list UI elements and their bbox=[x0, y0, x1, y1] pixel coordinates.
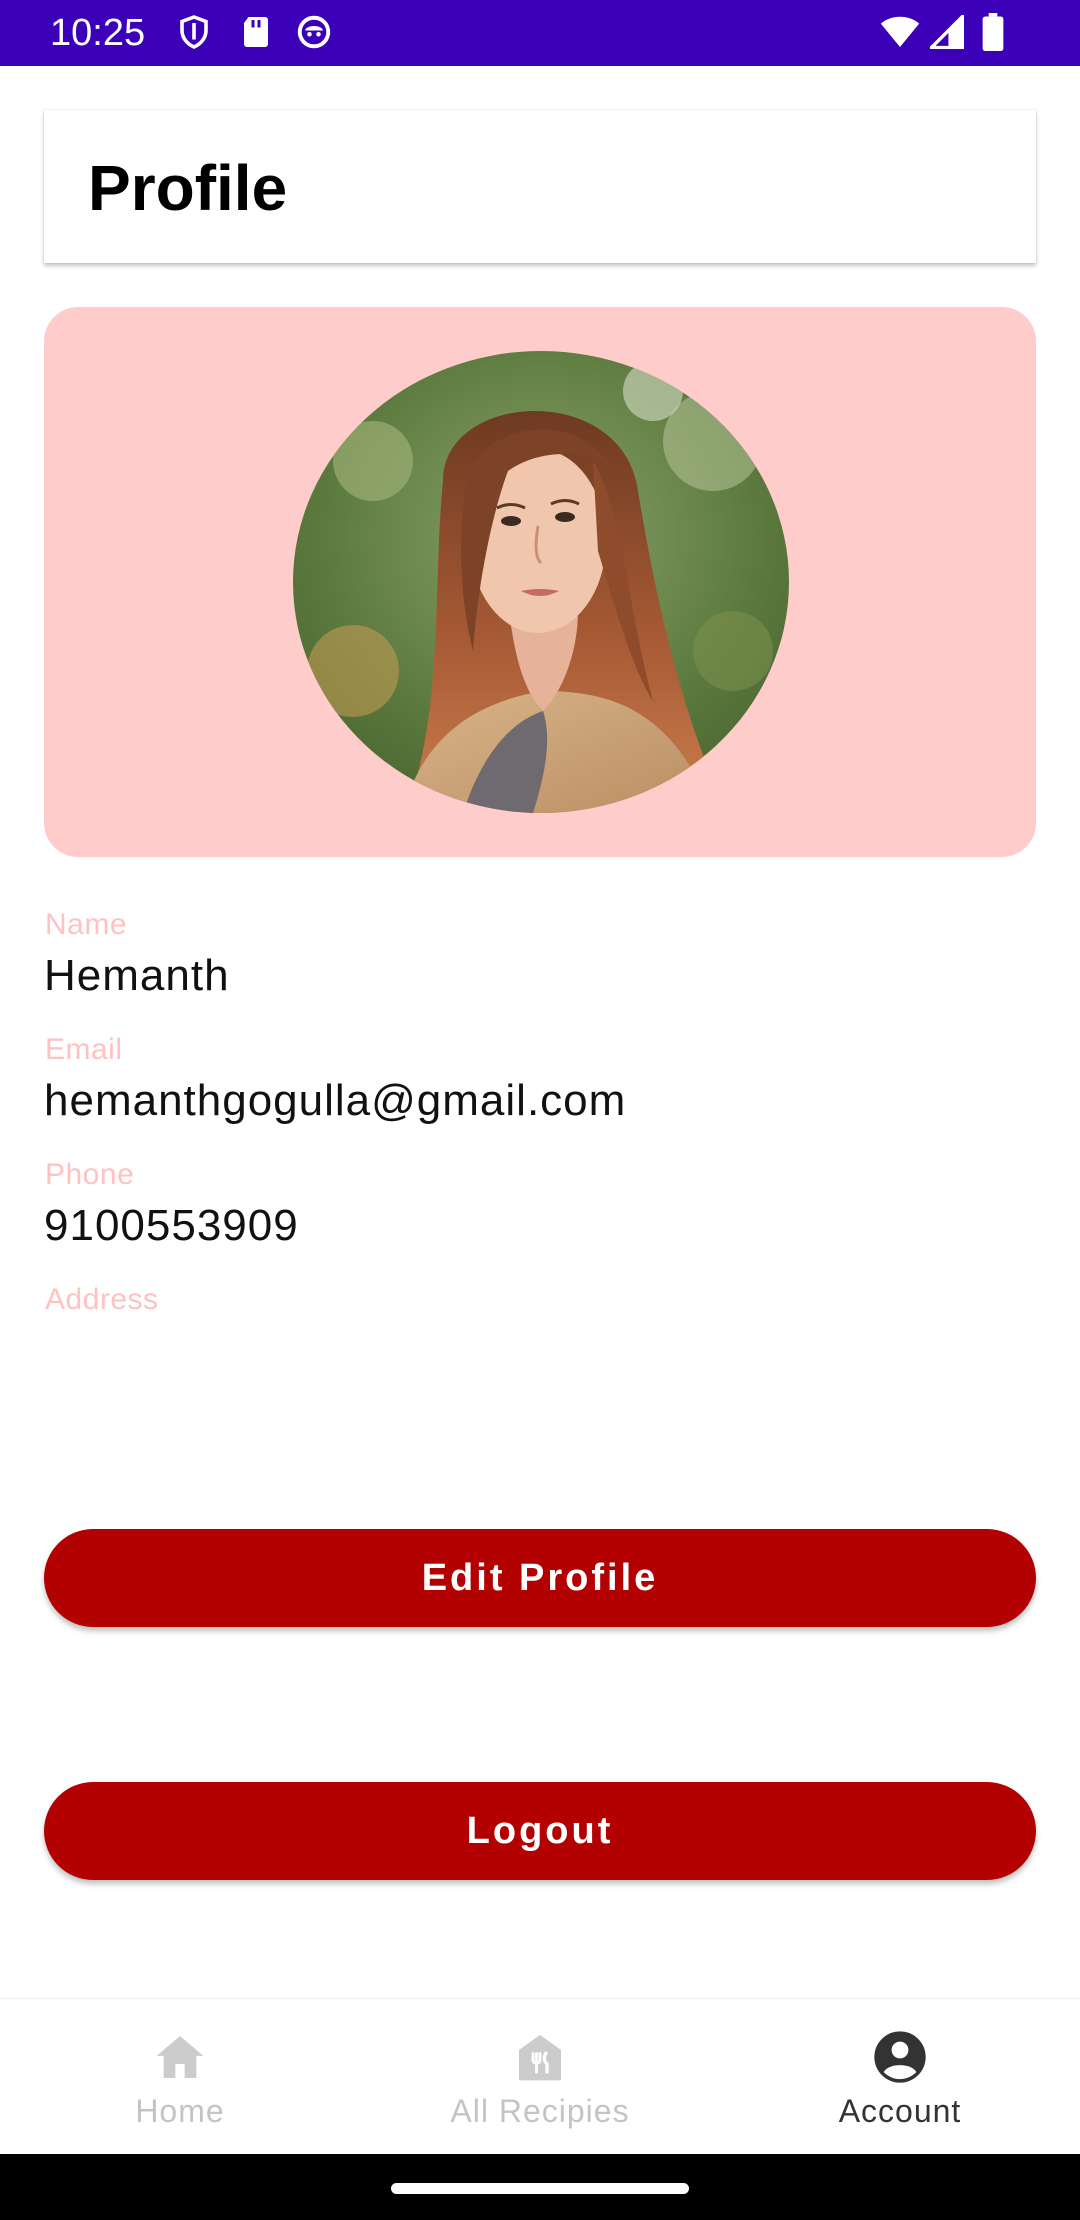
nav-item-all-recipies[interactable]: All Recipies bbox=[360, 1999, 720, 2155]
wifi-icon bbox=[880, 16, 920, 47]
nav-label-account: Account bbox=[838, 2093, 962, 2129]
home-icon bbox=[156, 2036, 204, 2078]
signal-icon bbox=[930, 15, 964, 49]
avatar[interactable] bbox=[293, 351, 789, 813]
profile-image-card bbox=[44, 307, 1036, 857]
logout-button[interactable]: Logout bbox=[44, 1782, 1036, 1880]
email-value: hemanthgogulla@gmail.com bbox=[44, 1076, 627, 1125]
edit-profile-button[interactable]: Edit Profile bbox=[44, 1529, 1036, 1627]
account-icon bbox=[874, 2031, 926, 2083]
profile-photo bbox=[293, 351, 789, 813]
nav-label-all-recipies: All Recipies bbox=[450, 2093, 630, 2129]
header-card: Profile bbox=[44, 110, 1036, 263]
bottom-nav: Home All Recipies Account bbox=[0, 1998, 1080, 2155]
name-value: Hemanth bbox=[44, 951, 230, 1000]
address-label: Address bbox=[45, 1283, 159, 1316]
nav-label-home: Home bbox=[135, 2093, 225, 2129]
system-nav-bar bbox=[0, 2154, 1080, 2220]
status-bar: 10:25 bbox=[0, 0, 1080, 66]
face-icon bbox=[297, 15, 331, 49]
name-label: Name bbox=[45, 908, 128, 941]
shield-icon bbox=[180, 15, 208, 49]
email-label: Email bbox=[45, 1033, 123, 1066]
home-gesture-handle[interactable] bbox=[391, 2183, 689, 2194]
phone-label: Phone bbox=[45, 1158, 135, 1191]
phone-value: 9100553909 bbox=[44, 1201, 299, 1250]
status-time: 10:25 bbox=[50, 12, 146, 54]
nav-item-home[interactable]: Home bbox=[0, 1999, 360, 2155]
sd-card-icon bbox=[244, 17, 268, 47]
recipes-icon bbox=[519, 2034, 561, 2081]
battery-icon bbox=[982, 13, 1004, 51]
nav-item-account[interactable]: Account bbox=[720, 1999, 1080, 2155]
page-title: Profile bbox=[88, 152, 288, 224]
